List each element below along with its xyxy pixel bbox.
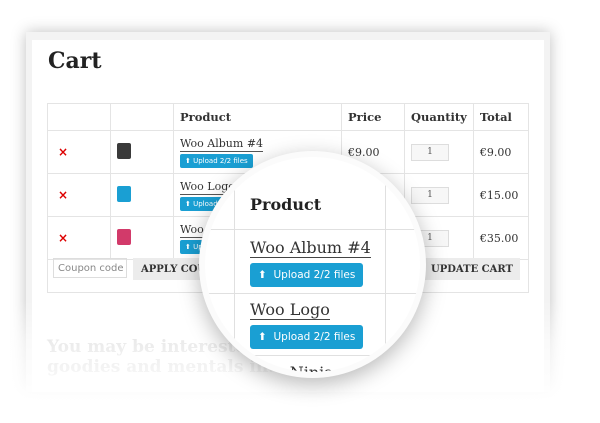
magnified-divider [205, 293, 420, 294]
magnified-divider [205, 355, 420, 356]
table-header-row: Product Price Quantity Total [47, 103, 530, 131]
total-cell: €9.00 [472, 130, 530, 174]
page-title: Cart [48, 48, 102, 74]
magnified-divider [205, 229, 420, 230]
upload-icon: ⬆ [185, 156, 191, 165]
upload-icon: ⬆ [258, 269, 267, 281]
total-cell: €15.00 [472, 173, 530, 217]
product-thumbnail[interactable] [117, 142, 131, 159]
remove-icon[interactable]: × [58, 145, 68, 159]
total-cell: €35.00 [472, 216, 530, 260]
upload-icon: ⬆ [185, 242, 191, 251]
product-thumbnail[interactable] [117, 185, 131, 202]
product-link[interactable]: Woo Album #4 [180, 136, 264, 152]
product-thumbnail[interactable] [117, 228, 131, 245]
quantity-input[interactable]: 1 [411, 186, 449, 204]
magnified-product-link[interactable]: Woo Album #4 [250, 239, 371, 258]
magnified-upload-label: Upload 2/2 files [273, 331, 356, 343]
col-price: Price [341, 103, 405, 131]
update-cart-button[interactable]: UPDATE CART [424, 258, 520, 280]
upload-icon: ⬆ [185, 199, 191, 208]
col-thumb [110, 103, 174, 131]
coupon-input[interactable]: Coupon code [53, 258, 127, 278]
quantity-input[interactable]: 1 [411, 143, 449, 161]
col-quantity: Quantity [404, 103, 474, 131]
col-remove [47, 103, 111, 131]
magnified-upload-button[interactable]: ⬆ Upload 2/2 files [250, 325, 364, 349]
remove-icon[interactable]: × [58, 231, 68, 245]
magnified-upload-label: Upload 2/2 files [273, 269, 356, 281]
remove-icon[interactable]: × [58, 188, 68, 202]
magnified-upload-button[interactable]: ⬆ Upload 2/2 files [250, 263, 364, 287]
col-total: Total [472, 103, 530, 131]
col-product: Product [173, 103, 342, 131]
magnified-product-header: Product [250, 195, 322, 214]
upload-icon: ⬆ [258, 331, 267, 343]
magnified-product-link[interactable]: Woo Logo [250, 301, 330, 320]
magnifier-lens: Product Woo Album #4 ⬆ Upload 2/2 files … [199, 151, 426, 378]
